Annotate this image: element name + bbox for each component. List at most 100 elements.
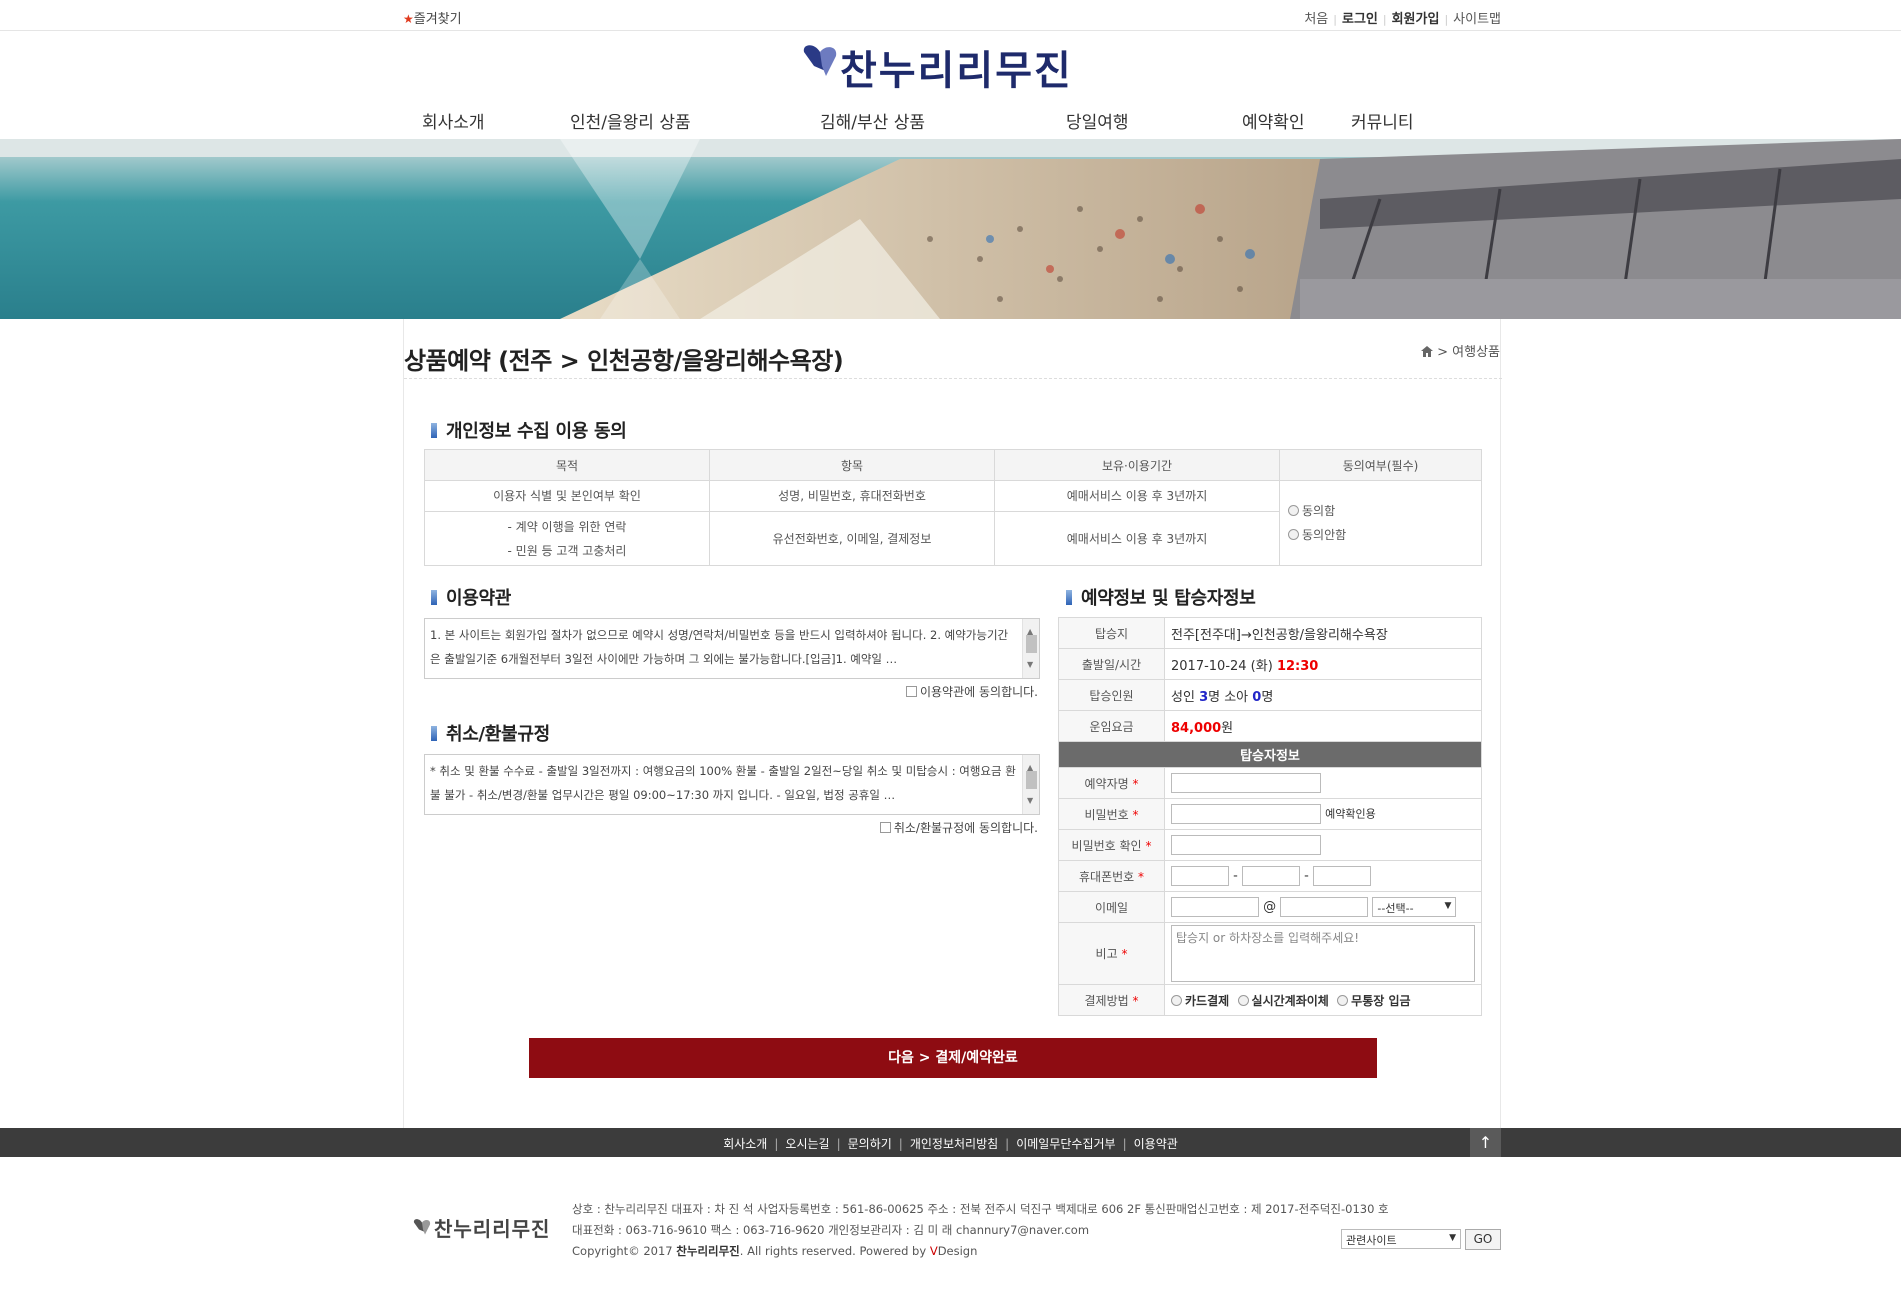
password-confirm-label: 비밀번호 확인 * [1058, 829, 1165, 861]
phone-input-2[interactable] [1241, 866, 1300, 886]
breadcrumb-label: > 여행상품 [1437, 345, 1500, 360]
email-domain-input[interactable] [1280, 897, 1369, 917]
pay-transfer-option[interactable]: 실시간계좌이체 [1237, 994, 1329, 1008]
company-info-line1: 상호 : 찬누리리무진 대표자 : 차 진 석 사업자등록번호 : 561-86… [572, 1202, 1389, 1216]
purpose-cell: 이용자 식별 및 본인여부 확인 [424, 480, 710, 512]
reservation-table: 탑승지 전주[전주대]→인천공항/을왕리해수욕장 출발일/시간 2017-10-… [1058, 617, 1482, 1016]
logo-heart-icon [413, 1219, 431, 1235]
pay-card-option[interactable]: 카드결제 [1171, 994, 1229, 1008]
footer-link-privacy[interactable]: 개인정보처리방침 [910, 1137, 998, 1151]
disagree-radio[interactable] [1288, 529, 1299, 540]
agree-radio[interactable] [1288, 505, 1299, 516]
refund-section-title: 취소/환불규정 [431, 720, 550, 746]
agree-option[interactable]: 동의함 [1288, 499, 1481, 523]
footer-links: 회사소개 | 오시는길 | 문의하기 | 개인정보처리방침 | 이메일무단수집거부 | 이용약관 [723, 1137, 1178, 1151]
pay-deposit-option[interactable]: 무통장 입금 [1337, 994, 1411, 1008]
dropdown-arrow-icon: ▼ [1449, 1233, 1456, 1243]
terms-section-title: 이용약관 [431, 584, 511, 610]
terms-agree-option[interactable]: 이용약관에 동의합니다. [905, 683, 1038, 700]
footer-link-bar: 회사소개 | 오시는길 | 문의하기 | 개인정보처리방침 | 이메일무단수집거부 | 이용약관 ↑ [0, 1128, 1901, 1157]
nav-community[interactable]: 커뮤니티 [1351, 108, 1414, 133]
nav-daytrip[interactable]: 당일여행 [1066, 108, 1129, 133]
scroll-thumb[interactable] [1026, 771, 1037, 789]
home-link[interactable]: 처음 [1304, 12, 1328, 27]
section-bullet-icon [431, 590, 437, 605]
payment-label: 결제방법 * [1058, 984, 1165, 1016]
logo-heart-icon [803, 45, 837, 76]
login-link[interactable]: 로그인 [1342, 12, 1378, 27]
departure-label: 출발일/시간 [1058, 648, 1165, 680]
scroll-down-icon[interactable]: ▼ [1027, 653, 1033, 677]
refund-textbox[interactable]: * 취소 및 환불 수수료 - 출발일 3일전까지 : 여행요금의 100% 환… [424, 754, 1040, 815]
section-bullet-icon [431, 423, 437, 438]
scroll-thumb[interactable] [1026, 635, 1037, 653]
phone-input-3[interactable] [1312, 866, 1371, 886]
email-domain-select[interactable]: --선택-- ▼ [1372, 897, 1457, 917]
terms-scrollbar[interactable]: ▲ ▼ [1022, 619, 1039, 678]
home-icon[interactable] [1420, 346, 1433, 357]
pay-card-radio[interactable] [1171, 994, 1182, 1006]
nav-incheon[interactable]: 인천/을왕리 상품 [570, 108, 691, 133]
name-input[interactable] [1171, 773, 1321, 793]
company-info-line2: 대표전화 : 063-716-9610 팩스 : 063-716-9620 개인… [572, 1223, 1090, 1237]
phone-input-1[interactable] [1171, 866, 1229, 886]
col-items: 항목 [709, 449, 995, 481]
pay-deposit-radio[interactable] [1337, 994, 1349, 1006]
boarding-label: 탑승지 [1058, 617, 1165, 649]
main-navigation: 회사소개 인천/을왕리 상품 김해/부산 상품 당일여행 예약확인 커뮤니티 [0, 104, 1901, 138]
scroll-top-button[interactable]: ↑ [1470, 1128, 1501, 1157]
footer-link-email-refuse[interactable]: 이메일무단수집거부 [1016, 1137, 1115, 1151]
breadcrumb: > 여행상품 [1420, 341, 1500, 360]
next-payment-button[interactable]: 다음 > 결제/예약완료 [529, 1038, 1377, 1078]
footer-link-directions[interactable]: 오시는길 [785, 1137, 829, 1151]
password-label: 비밀번호 * [1058, 798, 1165, 830]
col-purpose: 목적 [424, 449, 710, 481]
footer-link-company[interactable]: 회사소개 [723, 1137, 767, 1151]
site-logo[interactable]: 찬누리리무진 [800, 38, 1100, 94]
section-bullet-icon [431, 726, 437, 741]
related-sites-select[interactable]: 관련사이트 ▼ [1341, 1229, 1461, 1249]
signup-link[interactable]: 회원가입 [1392, 12, 1440, 27]
email-label: 이메일 [1058, 891, 1165, 923]
section-bullet-icon [1066, 590, 1072, 605]
star-icon: ★ [403, 12, 414, 26]
refund-agree-checkbox[interactable] [879, 822, 891, 833]
note-label: 비고 * [1058, 922, 1165, 985]
fare-value: 84,000원 [1164, 710, 1482, 742]
password-confirm-input[interactable] [1171, 835, 1321, 855]
passengers-value: 성인 3명 소아 0명 [1164, 679, 1482, 711]
password-input[interactable] [1171, 804, 1321, 824]
nav-company[interactable]: 회사소개 [422, 108, 485, 133]
content-area: 상품예약 (전주 > 인천공항/을왕리해수욕장) > 여행상품 개인정보 수집 … [403, 319, 1502, 1128]
departure-time: 12:30 [1276, 658, 1319, 674]
pay-transfer-radio[interactable] [1237, 994, 1249, 1006]
departure-value: 2017-10-24 (화) 12:30 [1164, 648, 1482, 680]
note-textarea[interactable]: 탑승지 or 하차장소를 입력해주세요! [1171, 925, 1475, 982]
passengers-label: 탑승인원 [1058, 679, 1165, 711]
nav-reservation-check[interactable]: 예약확인 [1242, 108, 1305, 133]
go-button[interactable]: GO [1465, 1229, 1501, 1250]
scroll-down-icon[interactable]: ▼ [1027, 789, 1033, 813]
period-cell: 예매서비스 이용 후 3년까지 [994, 511, 1280, 566]
email-id-input[interactable] [1171, 897, 1259, 917]
footer-link-contact[interactable]: 문의하기 [848, 1137, 892, 1151]
refund-agree-option[interactable]: 취소/환불규정에 동의합니다. [879, 819, 1038, 836]
footer-logo: 찬누리리무진 [412, 1213, 552, 1243]
footer-link-terms[interactable]: 이용약관 [1134, 1137, 1178, 1151]
terms-textbox[interactable]: 1. 본 사이트는 회원가입 절차가 없으므로 예약시 성명/연락처/비밀번호 … [424, 618, 1040, 679]
disagree-option[interactable]: 동의안함 [1288, 523, 1481, 547]
reservation-section-title: 예약정보 및 탑승자정보 [1066, 584, 1256, 610]
nav-gimhae[interactable]: 김해/부산 상품 [820, 108, 925, 133]
hero-banner [0, 139, 1901, 319]
phone-label: 휴대폰번호 * [1058, 860, 1165, 892]
favorite-link[interactable]: ★즐겨찾기 [403, 8, 462, 27]
privacy-agreement-table: 목적 항목 보유·이용기간 동의여부(필수) 이용자 식별 및 본인여부 확인 … [424, 449, 1482, 566]
terms-agree-checkbox[interactable] [905, 686, 917, 697]
arrow-up-icon: ↑ [1478, 1133, 1493, 1152]
page-title: 상품예약 (전주 > 인천공항/을왕리해수욕장) [404, 347, 844, 375]
privacy-section-title: 개인정보 수집 이용 동의 [431, 417, 627, 443]
company-info: 상호 : 찬누리리무진 대표자 : 차 진 석 사업자등록번호 : 561-86… [572, 1199, 1389, 1262]
sitemap-link[interactable]: 사이트맵 [1453, 12, 1501, 27]
adult-count: 3 [1199, 689, 1209, 705]
refund-scrollbar[interactable]: ▲ ▼ [1022, 755, 1039, 814]
